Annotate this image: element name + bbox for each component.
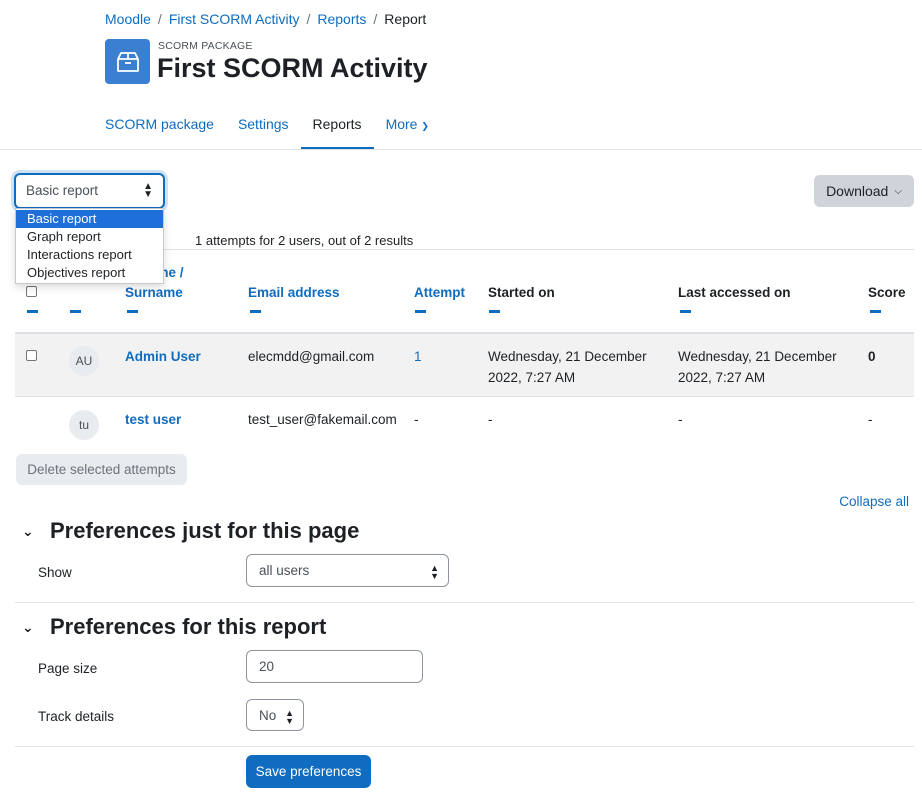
- chevron-down-icon: ⌵: [894, 185, 902, 197]
- header-started-on: Started on: [488, 285, 555, 300]
- report-type-select[interactable]: Basic report ▲ ▼: [14, 173, 165, 209]
- avatar[interactable]: tu: [69, 410, 99, 440]
- breadcrumb-reports[interactable]: Reports: [317, 11, 366, 27]
- last-accessed: -: [678, 412, 683, 427]
- row-checkbox[interactable]: [26, 350, 37, 361]
- collapse-column-icon[interactable]: [415, 310, 426, 313]
- show-select[interactable]: all users ▲ ▼: [246, 554, 449, 587]
- started-on: Wednesday, 21 December 2022, 7:27 AM: [488, 346, 647, 388]
- secondary-navigation: SCORM package Settings Reports More ❯: [93, 104, 441, 150]
- track-details-label: Track details: [38, 709, 115, 724]
- avatar[interactable]: AU: [69, 346, 99, 376]
- breadcrumb-separator: /: [157, 11, 162, 27]
- nav-divider: [0, 149, 922, 150]
- tab-settings[interactable]: Settings: [226, 104, 301, 150]
- tab-scorm-package[interactable]: SCORM package: [93, 104, 226, 150]
- collapse-column-icon[interactable]: [680, 310, 691, 313]
- page-size-label: Page size: [38, 661, 98, 676]
- collapse-column-icon[interactable]: [127, 310, 138, 313]
- collapse-column-icon[interactable]: [250, 310, 261, 313]
- show-label: Show: [38, 565, 72, 580]
- report-type-value: Basic report: [26, 183, 99, 198]
- download-label: Download: [826, 183, 889, 199]
- chevron-down-icon: ❯: [421, 121, 429, 131]
- breadcrumb-moodle[interactable]: Moodle: [105, 11, 151, 27]
- collapse-column-icon[interactable]: [27, 310, 38, 313]
- delete-attempts-button[interactable]: Delete selected attempts: [16, 454, 187, 485]
- option-basic-report[interactable]: Basic report: [16, 210, 163, 228]
- collapse-column-icon[interactable]: [70, 310, 81, 313]
- breadcrumb-activity[interactable]: First SCORM Activity: [169, 11, 300, 27]
- tab-more-label: More: [385, 116, 418, 132]
- header-last-accessed: Last accessed on: [678, 285, 791, 300]
- breadcrumb-current: Report: [384, 11, 427, 27]
- activity-type-label: SCORM PACKAGE: [158, 40, 253, 52]
- save-preferences-button[interactable]: Save preferences: [246, 755, 371, 788]
- section-header-page-prefs[interactable]: ⌄ Preferences just for this page: [22, 518, 359, 544]
- collapse-column-icon[interactable]: [870, 310, 881, 313]
- report-type-options: Basic report Graph report Interactions r…: [15, 208, 164, 284]
- user-name-link[interactable]: Admin User: [125, 346, 201, 367]
- started-on-line1: Wednesday, 21 December: [488, 349, 647, 364]
- option-objectives-report[interactable]: Objectives report: [16, 264, 163, 282]
- section-title: Preferences just for this page: [50, 518, 360, 543]
- option-interactions-report[interactable]: Interactions report: [16, 246, 163, 264]
- last-accessed-line1: Wednesday, 21 December: [678, 349, 837, 364]
- breadcrumb-separator: /: [306, 11, 311, 27]
- sort-caret-icon: ▲ ▼: [285, 708, 294, 726]
- chevron-down-icon: ⌄: [22, 618, 34, 635]
- header-attempt[interactable]: Attempt: [414, 285, 465, 300]
- started-on: -: [488, 412, 493, 427]
- show-value: all users: [259, 563, 310, 578]
- attempt-link[interactable]: 1: [414, 346, 422, 367]
- last-accessed-line2: 2022, 7:27 AM: [678, 370, 766, 385]
- chevron-down-icon: ⌄: [22, 522, 34, 539]
- sort-caret-icon: ▲ ▼: [430, 563, 439, 581]
- section-title: Preferences for this report: [50, 614, 327, 639]
- breadcrumb: Moodle / First SCORM Activity / Reports …: [105, 11, 426, 27]
- header-email[interactable]: Email address: [248, 285, 340, 300]
- package-icon: [105, 39, 150, 84]
- breadcrumb-separator: /: [373, 11, 378, 27]
- track-details-value: No: [259, 708, 277, 723]
- select-all-checkbox[interactable]: [26, 286, 37, 297]
- started-on-line2: 2022, 7:27 AM: [488, 370, 576, 385]
- page-size-input[interactable]: 20: [246, 650, 423, 683]
- track-details-select[interactable]: No ▲ ▼: [246, 699, 304, 731]
- attempt: -: [414, 412, 419, 427]
- score: 0: [868, 349, 876, 364]
- section-header-report-prefs[interactable]: ⌄ Preferences for this report: [22, 614, 326, 640]
- user-name-link[interactable]: test user: [125, 409, 181, 430]
- download-button[interactable]: Download ⌵: [814, 175, 914, 207]
- collapse-column-icon[interactable]: [489, 310, 500, 313]
- page-title: First SCORM Activity: [157, 53, 428, 83]
- last-accessed: Wednesday, 21 December 2022, 7:27 AM: [678, 346, 837, 388]
- section-divider: [15, 746, 914, 747]
- user-email: test_user@fakemail.com: [248, 412, 397, 427]
- attempts-summary: 1 attempts for 2 users, out of 2 results: [195, 233, 414, 248]
- header-surname[interactable]: Surname: [125, 285, 183, 300]
- sort-caret-icon: ▲ ▼: [143, 181, 153, 200]
- header-score: Score: [868, 285, 906, 300]
- collapse-all-link[interactable]: Collapse all: [839, 494, 909, 509]
- score: -: [868, 412, 873, 427]
- section-divider: [15, 602, 914, 603]
- tab-reports[interactable]: Reports: [300, 104, 374, 150]
- tab-more[interactable]: More ❯: [374, 104, 441, 150]
- option-graph-report[interactable]: Graph report: [16, 228, 163, 246]
- user-email: elecmdd@gmail.com: [248, 349, 375, 364]
